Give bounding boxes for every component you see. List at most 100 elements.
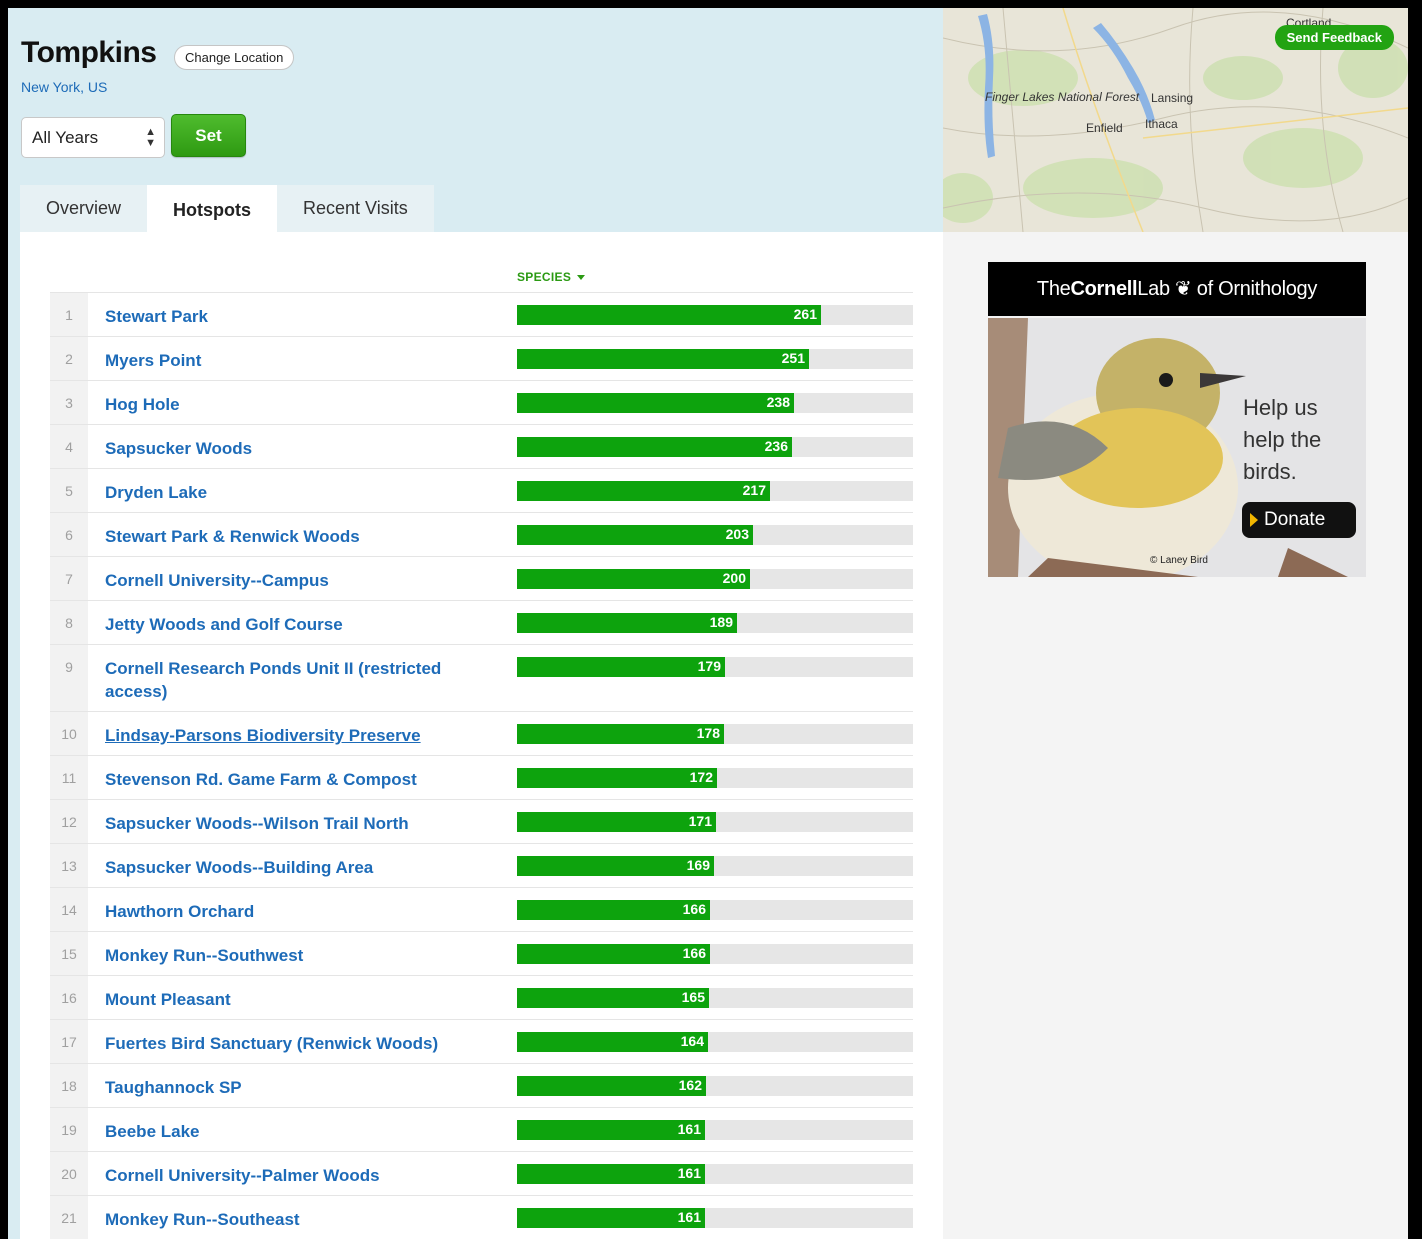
map-label-enfield: Enfield — [1086, 121, 1123, 135]
ad-brand-bar: TheCornellLab ❦ of Ornithology — [988, 262, 1366, 316]
location-header: Tompkins Change Location New York, US Al… — [8, 8, 943, 240]
set-button[interactable]: Set — [171, 114, 246, 157]
species-count: 166 — [682, 945, 706, 961]
hotspot-link[interactable]: Taughannock SP — [105, 1076, 495, 1099]
right-sidebar: Finger Lakes National Forest Lansing Enf… — [943, 8, 1408, 1239]
row-rank: 5 — [50, 469, 88, 512]
tab-recent-visits[interactable]: Recent Visits — [277, 185, 434, 232]
species-bar-track: 251 — [517, 349, 913, 369]
hotspot-link[interactable]: Monkey Run--Southeast — [105, 1208, 495, 1231]
hotspot-link[interactable]: Sapsucker Woods--Building Area — [105, 856, 495, 879]
hotspot-link[interactable]: Lindsay-Parsons Biodiversity Preserve — [105, 724, 495, 747]
table-row: 16 Mount Pleasant 165 — [50, 975, 913, 1019]
species-count: 200 — [722, 570, 746, 586]
species-count: 261 — [793, 306, 817, 322]
donate-label: Donate — [1264, 509, 1326, 530]
hotspot-link[interactable]: Hog Hole — [105, 393, 495, 416]
species-bar: 165 — [517, 988, 709, 1008]
warbler-photo: Help us help the birds. Donate © Laney B… — [988, 318, 1366, 577]
species-bar-track: 162 — [517, 1076, 913, 1096]
species-bar: 251 — [517, 349, 809, 369]
row-rank: 6 — [50, 513, 88, 556]
hotspot-link[interactable]: Stevenson Rd. Game Farm & Compost — [105, 768, 495, 791]
table-row: 17 Fuertes Bird Sanctuary (Renwick Woods)… — [50, 1019, 913, 1063]
play-triangle-icon — [1250, 513, 1258, 527]
species-count: 162 — [678, 1077, 702, 1093]
species-bar: 171 — [517, 812, 716, 832]
hotspot-link[interactable]: Sapsucker Woods--Wilson Trail North — [105, 812, 495, 835]
tab-overview[interactable]: Overview — [20, 185, 148, 232]
table-row: 2 Myers Point 251 — [50, 336, 913, 380]
donate-ad[interactable]: TheCornellLab ❦ of Ornithology Help us h… — [988, 262, 1366, 577]
row-rank: 8 — [50, 601, 88, 644]
send-feedback-button[interactable]: Send Feedback — [1274, 25, 1394, 50]
species-count: 203 — [725, 526, 749, 542]
hotspot-link[interactable]: Fuertes Bird Sanctuary (Renwick Woods) — [105, 1032, 495, 1055]
table-row: 8 Jetty Woods and Golf Course 189 — [50, 600, 913, 644]
species-bar-track: 261 — [517, 305, 913, 325]
species-bar: 161 — [517, 1120, 705, 1140]
year-select[interactable]: All Years ▲ ▼ — [21, 117, 165, 158]
region-link[interactable]: New York, US — [21, 79, 107, 95]
species-bar-track: 165 — [517, 988, 913, 1008]
brand-cornell: Cornell — [1070, 278, 1138, 300]
hotspot-link[interactable]: Cornell University--Campus — [105, 569, 495, 592]
hotspot-link[interactable]: Beebe Lake — [105, 1120, 495, 1143]
table-row: 18 Taughannock SP 162 — [50, 1063, 913, 1107]
species-bar-track: 161 — [517, 1120, 913, 1140]
change-location-button[interactable]: Change Location — [174, 45, 295, 70]
table-row: 4 Sapsucker Woods 236 — [50, 424, 913, 468]
table-row: 20 Cornell University--Palmer Woods 161 — [50, 1151, 913, 1195]
brand-of: of Ornithology — [1196, 278, 1318, 300]
hotspot-link[interactable]: Monkey Run--Southwest — [105, 944, 495, 967]
species-bar-track: 189 — [517, 613, 913, 633]
row-rank: 4 — [50, 425, 88, 468]
hotspot-link[interactable]: Stewart Park & Renwick Woods — [105, 525, 495, 548]
brand-the: The — [1036, 278, 1071, 300]
table-row: 1 Stewart Park 261 — [50, 292, 913, 336]
hotspot-link[interactable]: Stewart Park — [105, 305, 495, 328]
species-bar-track: 217 — [517, 481, 913, 501]
table-row: 13 Sapsucker Woods--Building Area 169 — [50, 843, 913, 887]
row-rank: 3 — [50, 381, 88, 424]
species-bar-track: 161 — [517, 1164, 913, 1184]
table-row: 15 Monkey Run--Southwest 166 — [50, 931, 913, 975]
hotspot-link[interactable]: Dryden Lake — [105, 481, 495, 504]
species-bar: 166 — [517, 944, 710, 964]
species-bar: 161 — [517, 1164, 705, 1184]
tab-hotspots[interactable]: Hotspots — [147, 185, 278, 232]
table-row: 21 Monkey Run--Southeast 161 — [50, 1195, 913, 1239]
hotspot-link[interactable]: Cornell Research Ponds Unit II (restrict… — [105, 657, 495, 703]
species-bar: 200 — [517, 569, 750, 589]
species-bar: 162 — [517, 1076, 706, 1096]
species-bar-track: 164 — [517, 1032, 913, 1052]
hotspot-link[interactable]: Hawthorn Orchard — [105, 900, 495, 923]
hotspots-panel: SPECIES 1 Stewart Park 261 2 Myers Point 251 3… — [20, 232, 943, 1239]
species-sort-header[interactable]: SPECIES — [517, 270, 586, 284]
row-rank: 2 — [50, 337, 88, 380]
species-bar: 164 — [517, 1032, 708, 1052]
species-bar-track: 200 — [517, 569, 913, 589]
species-bar-track: 178 — [517, 724, 913, 744]
ad-help-text: Help us help the birds. — [1243, 392, 1321, 488]
species-count: 251 — [781, 350, 805, 366]
row-rank: 21 — [50, 1196, 88, 1239]
hotspot-link[interactable]: Jetty Woods and Golf Course — [105, 613, 495, 636]
species-count: 179 — [697, 658, 721, 674]
species-bar-track: 238 — [517, 393, 913, 413]
hotspot-link[interactable]: Myers Point — [105, 349, 495, 372]
select-arrows-icon: ▲ ▼ — [145, 125, 156, 149]
table-row: 12 Sapsucker Woods--Wilson Trail North 171 — [50, 799, 913, 843]
row-rank: 18 — [50, 1064, 88, 1107]
hotspot-link[interactable]: Cornell University--Palmer Woods — [105, 1164, 495, 1187]
species-count: 166 — [682, 901, 706, 917]
hotspot-link[interactable]: Sapsucker Woods — [105, 437, 495, 460]
donate-button[interactable]: Donate — [1242, 502, 1356, 538]
location-map[interactable]: Finger Lakes National Forest Lansing Enf… — [943, 8, 1408, 232]
species-bar-track: 203 — [517, 525, 913, 545]
row-rank: 11 — [50, 756, 88, 799]
help-line-3: birds. — [1243, 459, 1297, 484]
table-row: 10 Lindsay-Parsons Biodiversity Preserve 1… — [50, 711, 913, 755]
row-rank: 19 — [50, 1108, 88, 1151]
hotspot-link[interactable]: Mount Pleasant — [105, 988, 495, 1011]
